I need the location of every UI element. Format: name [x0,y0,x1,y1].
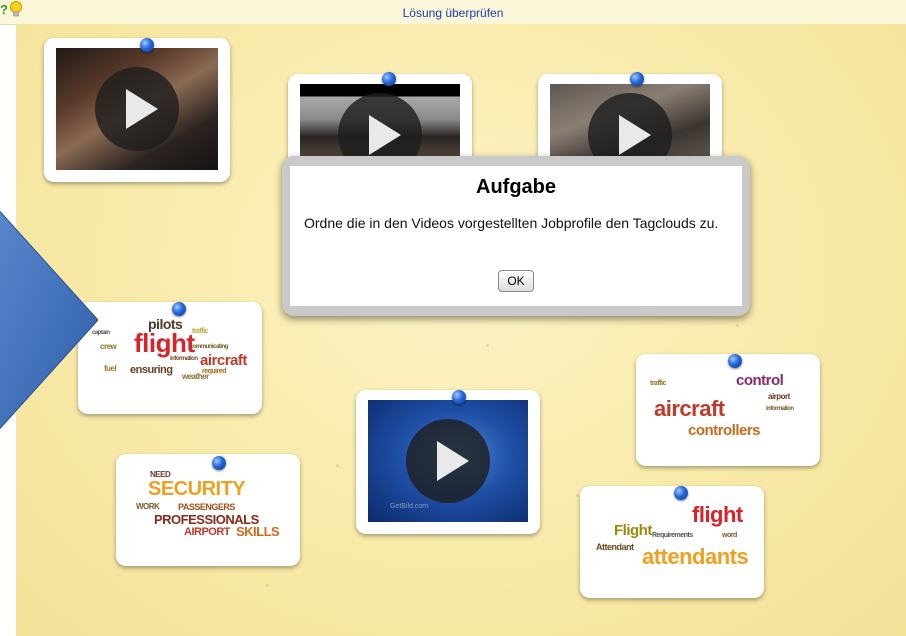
task-dialog: Aufgabe Ordne die in den Videos vorgeste… [282,156,750,316]
video-card-4[interactable]: GetBild.com [356,390,540,534]
top-bar: ? Lösung überprüfen [0,0,906,25]
video-card-1[interactable] [44,38,230,182]
video-thumbnail[interactable] [56,48,218,170]
play-icon[interactable] [406,419,490,503]
pin-icon [630,72,644,86]
tagcloud-card-security[interactable]: NEED SECURITY PASSENGERS PROFESSIONALS A… [116,454,300,566]
pin-icon [452,390,466,404]
tagcloud-image: NEED SECURITY PASSENGERS PROFESSIONALS A… [128,464,288,554]
tagcloud-image: control aircraft controllers airport tra… [648,364,808,454]
pin-icon [382,72,396,86]
tagcloud-image: pilots flight aircraft ensuring weather … [90,312,250,402]
check-solution-link[interactable]: Lösung überprüfen [0,6,906,20]
tagcloud-card-pilots[interactable]: pilots flight aircraft ensuring weather … [78,302,262,414]
dialog-message: Ordne die in den Videos vorgestellten Jo… [304,215,719,231]
pin-icon [728,354,742,368]
video-watermark: GetBild.com [390,503,429,510]
tagcloud-image: flight Flight Attendant attendants Requi… [592,496,752,586]
play-icon[interactable] [95,67,179,151]
pin-icon [172,302,186,316]
video-thumbnail[interactable]: GetBild.com [368,400,528,522]
tagcloud-card-attendants[interactable]: flight Flight Attendant attendants Requi… [580,486,764,598]
pinboard: pilots flight aircraft ensuring weather … [16,24,906,636]
ok-button[interactable]: OK [498,270,534,292]
pin-icon [212,456,226,470]
tagcloud-card-controllers[interactable]: control aircraft controllers airport tra… [636,354,820,466]
dialog-panel: Aufgabe Ordne die in den Videos vorgeste… [290,166,742,306]
pin-icon [140,38,154,52]
arrow-right-icon [0,210,98,430]
dialog-title: Aufgabe [476,176,556,198]
pin-icon [674,486,688,500]
